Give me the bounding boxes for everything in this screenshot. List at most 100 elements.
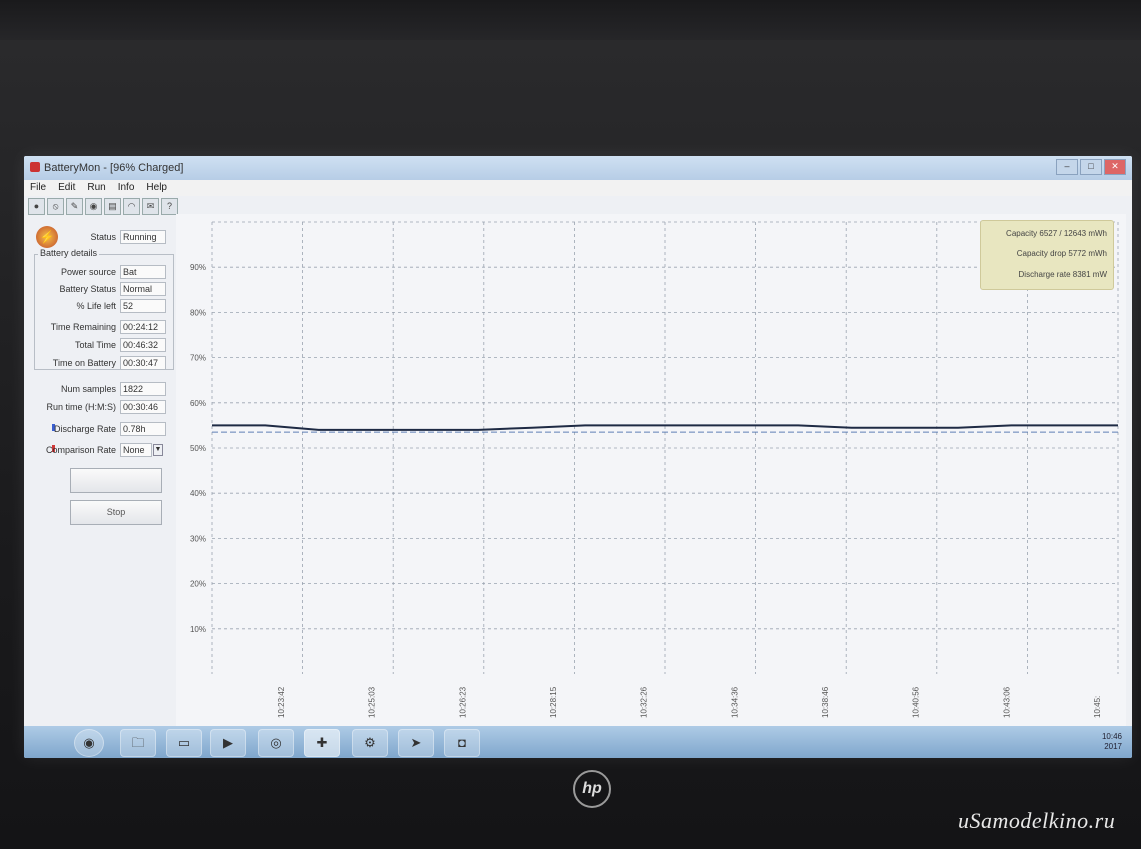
x-tick-label: 10:40:56 (912, 686, 921, 718)
toolbar: ● ⦸ ✎ ◉ ▤ ◠ ✉ ? (24, 196, 188, 216)
clock-time: 10:46 (1101, 732, 1122, 741)
x-tick-label: 10:32:26 (640, 686, 649, 718)
close-button[interactable]: ✕ (1104, 159, 1126, 175)
y-tick-label: 80% (190, 308, 206, 317)
stop-button[interactable]: Stop (70, 500, 162, 525)
menubar: File Edit Run Info Help (24, 180, 1132, 196)
discharge-rate-label: Discharge Rate (53, 424, 116, 434)
save-icon[interactable]: ▤ (104, 197, 121, 215)
num-samples-label: Num samples (60, 384, 116, 394)
status-row: Status Running (24, 230, 166, 244)
battery-chart: 90% 80% 70% 60% 50% 40% 30% 20% 10% 10:23:42 10:25… (176, 214, 1126, 726)
comparison-rate-row: Comparison Rate None ▼ (24, 443, 163, 457)
explorer-icon[interactable]: 🗀 (120, 729, 156, 757)
x-tick-label: 10:25:03 (368, 686, 377, 718)
battery-status-value: Normal (120, 282, 166, 296)
maximize-button[interactable]: □ (1080, 159, 1102, 175)
y-tick-label: 90% (190, 263, 206, 272)
clock-date: 2017 (1104, 742, 1122, 751)
menu-file[interactable]: File (24, 180, 52, 195)
battery-status-row: Battery Status Normal (24, 282, 166, 296)
x-tick-label: 10:38:46 (821, 686, 830, 718)
antivirus-icon[interactable]: ⚙ (352, 729, 388, 757)
power-source-value: Bat (120, 265, 166, 279)
y-tick-label: 30% (190, 534, 206, 543)
x-tick-label: 10:28:15 (549, 686, 558, 718)
discharge-rate-value: 0.78h (120, 422, 166, 436)
window-controls: – □ ✕ (1056, 159, 1126, 175)
y-tick-label: 40% (190, 489, 206, 498)
exit-icon[interactable]: ? (161, 197, 178, 215)
legend-discharge-rate: Discharge rate 8381 mW (1018, 270, 1107, 279)
y-tick-label: 10% (190, 625, 206, 634)
battery-details-title: Battery details (38, 248, 100, 258)
y-tick-label: 50% (190, 444, 206, 453)
status-value: Running (120, 230, 166, 244)
chart-svg: 90% 80% 70% 60% 50% 40% 30% 20% 10% 10:23:42 10:25… (190, 221, 1119, 718)
start-button[interactable] (70, 468, 162, 493)
media-icon[interactable]: ▶ (210, 729, 246, 757)
life-left-row: % Life left 52 (24, 299, 166, 313)
folder-icon[interactable]: ▭ (166, 729, 202, 757)
refresh-icon[interactable]: ◉ (85, 197, 102, 215)
menu-run[interactable]: Run (81, 180, 111, 195)
legend-capacity: Capacity 6527 / 12643 mWh (1006, 229, 1107, 238)
info-icon[interactable]: ◠ (123, 197, 140, 215)
x-tick-label: 10:43:06 (1002, 686, 1011, 718)
window-title: BatteryMon - [96% Charged] (44, 162, 184, 174)
total-time-value: 00:46:32 (120, 338, 166, 352)
x-tick-label: 10:34:36 (730, 686, 739, 718)
run-time-label: Run time (H:M:S) (46, 402, 116, 412)
time-remaining-row: Time Remaining 00:24:12 (24, 320, 166, 334)
chevron-down-icon[interactable]: ▼ (153, 444, 163, 456)
menu-edit[interactable]: Edit (52, 180, 81, 195)
y-tick-label: 70% (190, 354, 206, 363)
num-samples-value: 1822 (120, 382, 166, 396)
power-source-row: Power source Bat (24, 265, 166, 279)
app-icon (30, 162, 40, 172)
time-remaining-value: 00:24:12 (120, 320, 166, 334)
x-tick-label: 10:45: (1093, 696, 1102, 718)
life-left-label: % Life left (76, 301, 116, 311)
total-time-row: Total Time 00:46:32 (24, 338, 166, 352)
y-tick-label: 20% (190, 580, 206, 589)
discharge-rate-row: Discharge Rate 0.78h (24, 422, 166, 436)
telegram-icon[interactable]: ➤ (398, 729, 434, 757)
settings-icon[interactable]: ✎ (66, 197, 83, 215)
x-tick-label: 10:26:23 (458, 686, 467, 718)
screen: BatteryMon - [96% Charged] – □ ✕ File Edi… (24, 156, 1132, 758)
titlebar: BatteryMon - [96% Charged] – □ ✕ (24, 156, 1132, 180)
chart-legend: Capacity 6527 / 12643 mWh Capacity drop … (980, 220, 1114, 290)
menu-help[interactable]: Help (140, 180, 173, 195)
menu-info[interactable]: Info (112, 180, 141, 195)
time-on-battery-row: Time on Battery 00:30:47 (24, 356, 166, 370)
life-left-value: 52 (120, 299, 166, 313)
taskbar: ◉ 🗀 ▭ ▶ ◎ ✚ ⚙ ➤ ◘ 10:46 2017 (24, 726, 1132, 758)
total-time-label: Total Time (74, 340, 116, 350)
time-on-battery-label: Time on Battery (52, 358, 116, 368)
x-tick-label: 10:23:42 (277, 686, 286, 718)
time-on-battery-value: 00:30:47 (120, 356, 166, 370)
taskbar-clock[interactable]: 10:46 2017 (1102, 732, 1122, 752)
help-icon[interactable]: ✉ (142, 197, 159, 215)
power-source-label: Power source (60, 267, 116, 277)
time-remaining-label: Time Remaining (50, 322, 116, 332)
battery-app-icon[interactable]: ✚ (304, 729, 340, 757)
details-panel: ⚡ Status Running Battery details Power s… (24, 218, 176, 748)
minimize-button[interactable]: – (1056, 159, 1078, 175)
battery-status-label: Battery Status (59, 284, 116, 294)
play-icon[interactable]: ● (28, 197, 45, 215)
comparison-rate-select[interactable]: None (120, 443, 152, 457)
watermark: uSamodelkino.ru (958, 808, 1116, 833)
pinned-app-icon[interactable]: ◘ (444, 729, 480, 757)
chrome-icon[interactable]: ◎ (258, 729, 294, 757)
stop-icon[interactable]: ⦸ (47, 197, 64, 215)
run-time-value: 00:30:46 (120, 400, 166, 414)
legend-capacity-drop: Capacity drop 5772 mWh (1016, 249, 1107, 258)
start-orb-icon[interactable]: ◉ (74, 729, 104, 757)
comparison-rate-label: Comparison Rate (45, 445, 116, 455)
status-label: Status (90, 232, 116, 242)
num-samples-row: Num samples 1822 (24, 382, 166, 396)
run-time-row: Run time (H:M:S) 00:30:46 (24, 400, 166, 414)
y-tick-label: 60% (190, 399, 206, 408)
